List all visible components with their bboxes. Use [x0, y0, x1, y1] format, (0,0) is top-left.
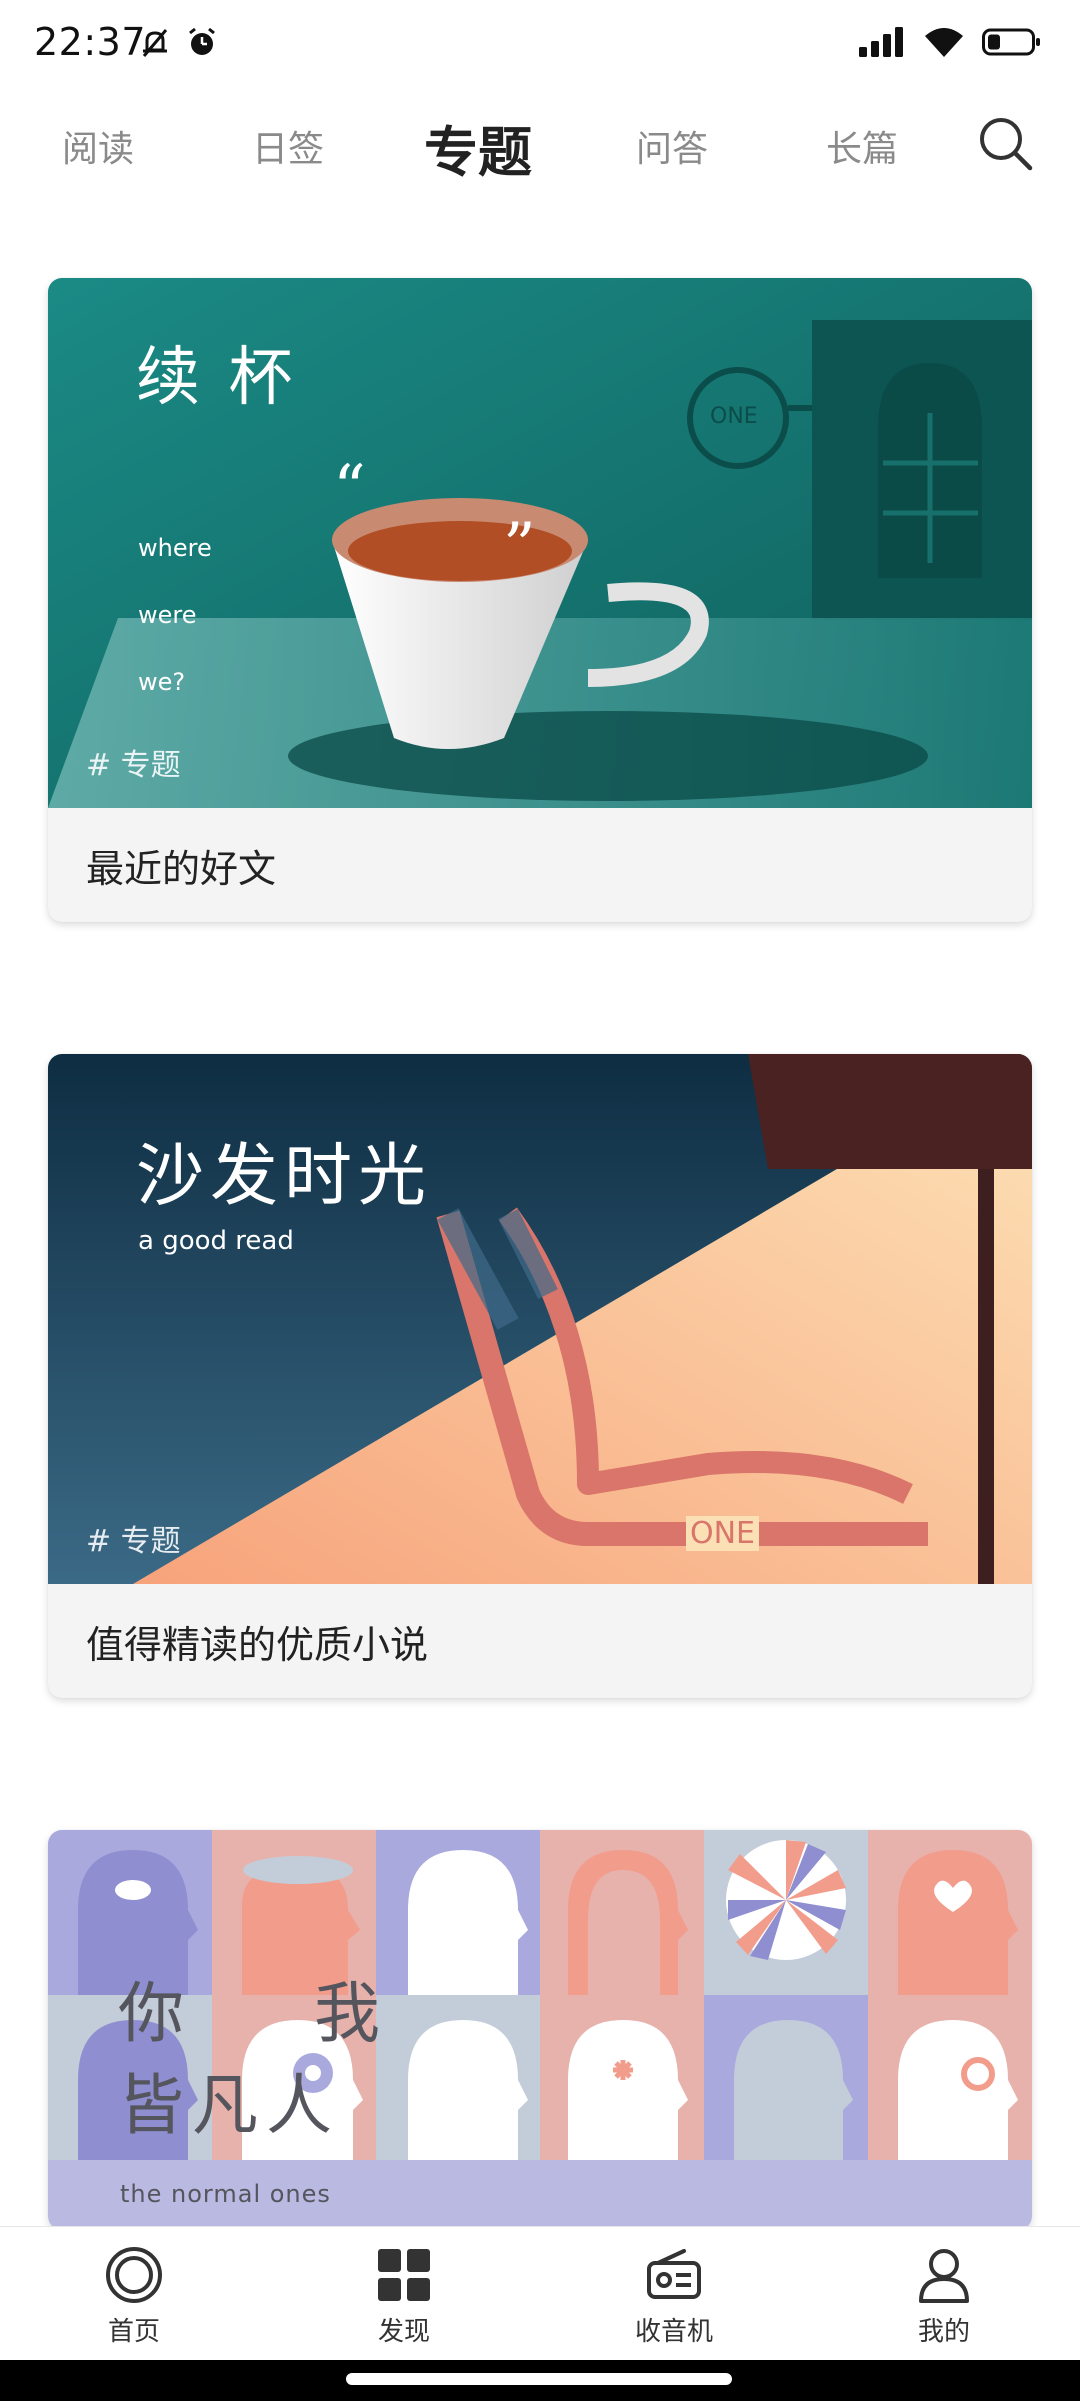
card-cover-image: 你 我 皆凡人 the normal ones [48, 1830, 1032, 2230]
nav-label: 发现 [377, 2317, 430, 2347]
bottom-nav-bar: 首页 发现 收音机 我的 [0, 2226, 1080, 2360]
home-circle-icon [106, 2247, 162, 2303]
nav-label: 首页 [107, 2317, 160, 2347]
nav-label: 我的 [917, 2317, 970, 2347]
card-caption: 最近的好文 [86, 846, 277, 891]
nav-home[interactable]: 首页 [64, 2245, 204, 2348]
cover-title: 续 杯 [136, 341, 297, 415]
cover-text-line: we? [138, 668, 186, 696]
topic-card-normal-ones[interactable]: 你 我 皆凡人 the normal ones [48, 1830, 1032, 2230]
radio-icon [647, 2249, 701, 2299]
tab-qa[interactable]: 问答 [636, 120, 708, 172]
cover-title: 皆凡人 [118, 2067, 340, 2144]
profile-icon [919, 2249, 969, 2303]
cover-subtitle: the normal ones [120, 2180, 331, 2208]
search-icon[interactable] [976, 114, 1036, 174]
cover-title: 你 [118, 1975, 184, 2052]
mute-bell-icon [142, 29, 168, 57]
status-bar: 22:37 [0, 0, 1080, 92]
topic-card-sofa-time[interactable]: 沙发时光 a good read ONE # 专题 值得精读的优质小说 [48, 1054, 1032, 1698]
wifi-icon [925, 28, 963, 57]
signal-icon [859, 27, 903, 57]
nav-profile[interactable]: 我的 [874, 2245, 1014, 2348]
topic-card-refill[interactable]: “ ” 续 杯 where were we? ONE # 专题 最近的好文 [48, 278, 1032, 922]
card-cover-image: “ ” 续 杯 where were we? ONE # 专题 [48, 278, 1032, 808]
tab-topics[interactable]: 专题 [424, 108, 532, 187]
cover-title: 我 [314, 1975, 380, 2052]
nav-discover[interactable]: 发现 [334, 2245, 474, 2348]
nav-radio[interactable]: 收音机 [604, 2245, 744, 2348]
card-caption: 值得精读的优质小说 [86, 1622, 429, 1667]
top-tab-bar: 阅读 日签 专题 问答 长篇 [0, 100, 1080, 192]
tab-daily[interactable]: 日签 [252, 120, 324, 172]
topic-tag: # 专题 [86, 1524, 181, 1559]
cover-text-line: were [138, 601, 197, 629]
status-time: 22:37 [34, 20, 147, 64]
one-logo: ONE [686, 1516, 760, 1551]
cover-text-line: where [138, 534, 212, 562]
battery-icon [982, 28, 1040, 56]
cover-title: 沙发时光 [136, 1137, 433, 1216]
home-indicator[interactable] [346, 2373, 732, 2385]
heads-illustration [48, 1830, 1032, 2230]
tab-longform[interactable]: 长篇 [826, 120, 898, 172]
topic-tag: # 专题 [86, 748, 181, 783]
cover-subtitle: a good read [138, 1226, 294, 1256]
nav-label: 收音机 [634, 2317, 713, 2347]
one-logo: ONE [710, 404, 758, 429]
quote-close-glyph: ” [503, 510, 536, 584]
card-cover-image: 沙发时光 a good read ONE # 专题 [48, 1054, 1032, 1584]
quote-open-glyph: “ [333, 452, 366, 526]
system-gesture-bar [0, 2360, 1080, 2401]
discover-grid-icon [378, 2249, 430, 2301]
tab-reading[interactable]: 阅读 [62, 120, 134, 172]
alarm-icon [189, 27, 215, 55]
